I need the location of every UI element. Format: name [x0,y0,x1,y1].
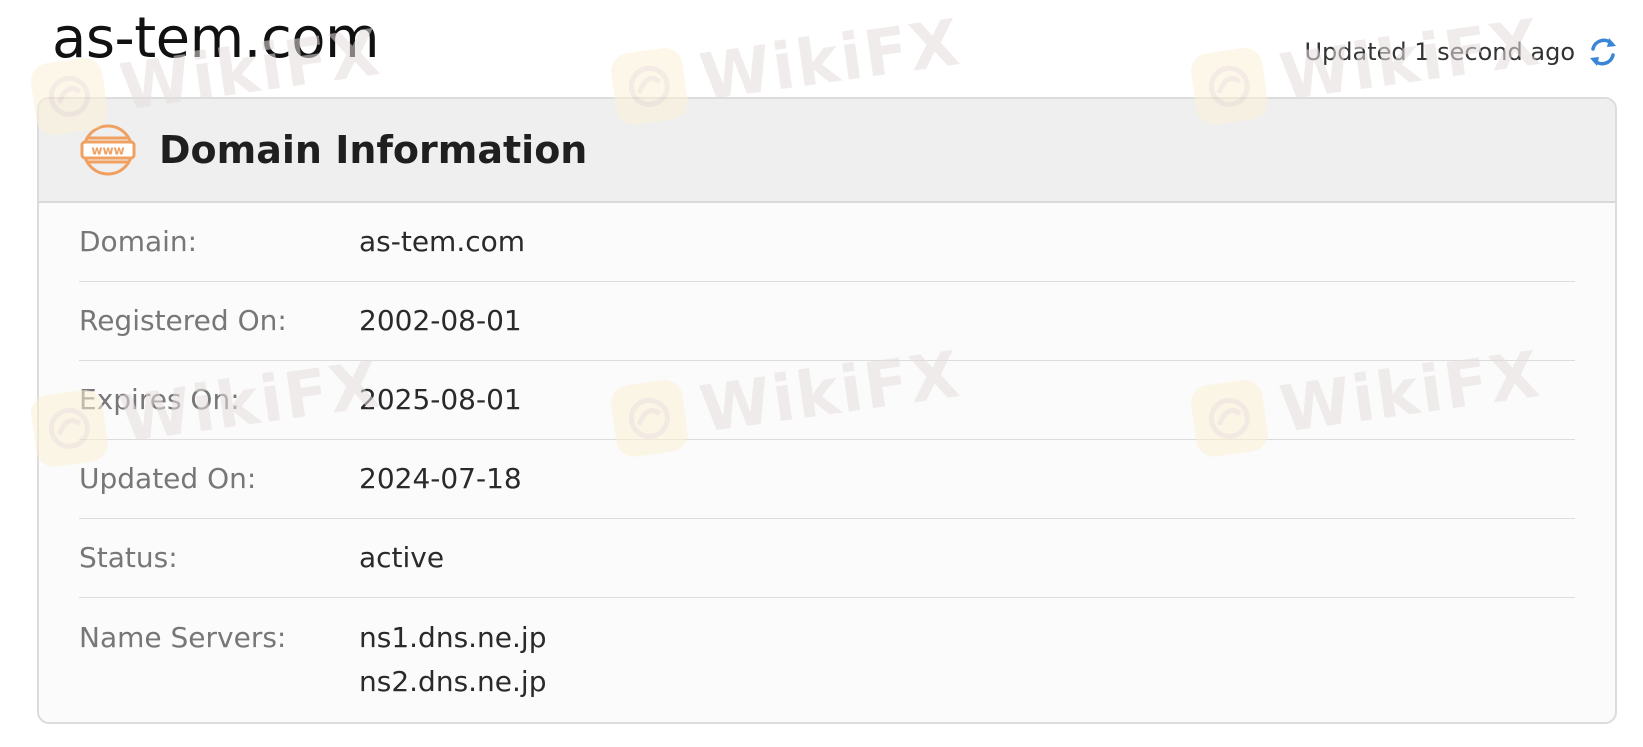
row-value: 2002-08-01 [359,304,522,337]
name-server-list: ns1.dns.ne.jp ns2.dns.ne.jp [359,616,546,704]
page-title: as-tem.com [52,6,380,71]
domain-info-card: www Domain Information Domain: as-tem.co… [37,97,1617,724]
row-value: 2025-08-01 [359,383,522,416]
name-server-item: ns2.dns.ne.jp [359,665,547,698]
refresh-icon[interactable] [1585,34,1621,70]
updated-text: Updated 1 second ago [1304,38,1575,66]
row-value: active [359,541,445,574]
row-expires-on: Expires On: 2025-08-01 [79,361,1575,440]
domain-info-rows: Domain: as-tem.com Registered On: 2002-0… [79,203,1575,722]
row-value: as-tem.com [359,225,526,258]
row-label: Name Servers: [79,621,287,654]
card-header: www Domain Information [39,99,1615,203]
page: as-tem.com Updated 1 second ago www Doma… [0,0,1643,747]
row-label: Registered On: [79,304,287,337]
card-title: Domain Information [159,128,588,172]
row-label: Status: [79,541,178,574]
www-icon-text: www [91,144,124,158]
www-icon: www [79,121,137,179]
row-domain: Domain: as-tem.com [79,203,1575,282]
row-value: 2024-07-18 [359,462,522,495]
updated-status: Updated 1 second ago [1304,34,1621,70]
row-updated-on: Updated On: 2024-07-18 [79,440,1575,519]
row-registered-on: Registered On: 2002-08-01 [79,282,1575,361]
row-label: Domain: [79,225,198,258]
row-name-servers: Name Servers: ns1.dns.ne.jp ns2.dns.ne.j… [79,598,1575,722]
row-status: Status: active [79,519,1575,598]
row-label: Expires On: [79,383,240,416]
name-server-item: ns1.dns.ne.jp [359,621,547,654]
row-label: Updated On: [79,462,257,495]
